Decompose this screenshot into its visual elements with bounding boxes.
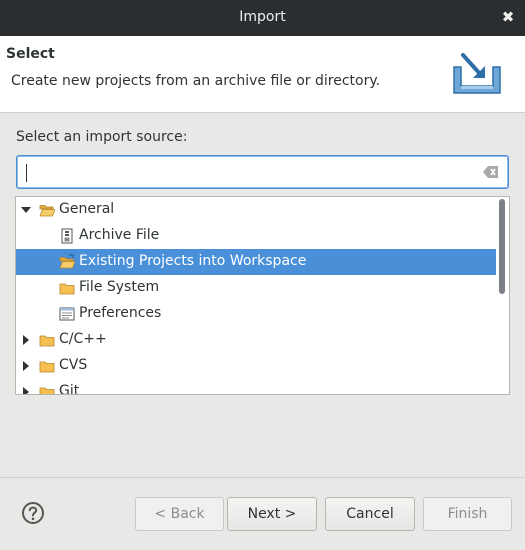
scrollbar-thumb[interactable] — [499, 199, 505, 294]
tree-item-git[interactable]: Git — [16, 379, 496, 395]
tree-item-archive-file[interactable]: Archive File — [16, 223, 496, 249]
wizard-header: Select Create new projects from an archi… — [0, 36, 525, 113]
tree-item-c-c[interactable]: C/C++ — [16, 327, 496, 353]
tree-item-label: File System — [79, 279, 160, 295]
tree-item-cvs[interactable]: CVS — [16, 353, 496, 379]
back-button[interactable]: < Back — [135, 497, 224, 531]
text-cursor — [26, 164, 27, 182]
tree-item-label: General — [59, 201, 115, 217]
close-icon[interactable]: ✖ — [499, 7, 517, 27]
window-titlebar: Import ✖ — [0, 0, 525, 36]
expander-open-icon[interactable] — [21, 205, 31, 215]
expander-closed-icon[interactable] — [21, 387, 31, 395]
next-button[interactable]: Next > — [227, 497, 317, 531]
clear-text-icon[interactable] — [483, 165, 499, 179]
folder-icon — [39, 361, 55, 373]
tree-item-label: CVS — [59, 357, 88, 373]
folder-icon — [59, 283, 75, 295]
filter-field[interactable] — [16, 155, 509, 189]
expander-closed-icon[interactable] — [21, 361, 31, 371]
folder-icon — [39, 387, 55, 394]
tree-item-label: C/C++ — [59, 331, 107, 347]
tree-item-file-system[interactable]: File System — [16, 275, 496, 301]
expander-closed-icon[interactable] — [21, 335, 31, 345]
import-source-label: Select an import source: — [16, 129, 188, 145]
cancel-button[interactable]: Cancel — [325, 497, 415, 531]
footer-divider — [0, 477, 525, 478]
tree-item-label: Existing Projects into Workspace — [79, 253, 307, 269]
preferences-icon — [59, 307, 75, 321]
archive-file-icon — [61, 228, 73, 244]
import-source-tree[interactable]: General Archive File Existing Projects int… — [15, 196, 510, 395]
tree-item-label: Git — [59, 383, 80, 395]
folder-icon — [39, 335, 55, 347]
import-wizard-icon — [453, 53, 501, 94]
tree-scrollbar[interactable] — [496, 198, 508, 393]
window-title: Import — [239, 9, 286, 25]
tree-item-label: Archive File — [79, 227, 160, 243]
existing-projects-icon — [59, 254, 75, 269]
page-title: Select — [6, 46, 55, 62]
help-icon[interactable] — [21, 501, 45, 525]
finish-button[interactable]: Finish — [423, 497, 512, 531]
tree-item-preferences[interactable]: Preferences — [16, 301, 496, 327]
tree-item-existing-projects-into-workspace[interactable]: Existing Projects into Workspace — [16, 249, 496, 275]
tree-item-label: Preferences — [79, 305, 162, 321]
page-description: Create new projects from an archive file… — [11, 73, 381, 89]
filter-input[interactable] — [23, 161, 478, 183]
folder-open-icon — [39, 205, 55, 217]
tree-item-general[interactable]: General — [16, 197, 496, 223]
